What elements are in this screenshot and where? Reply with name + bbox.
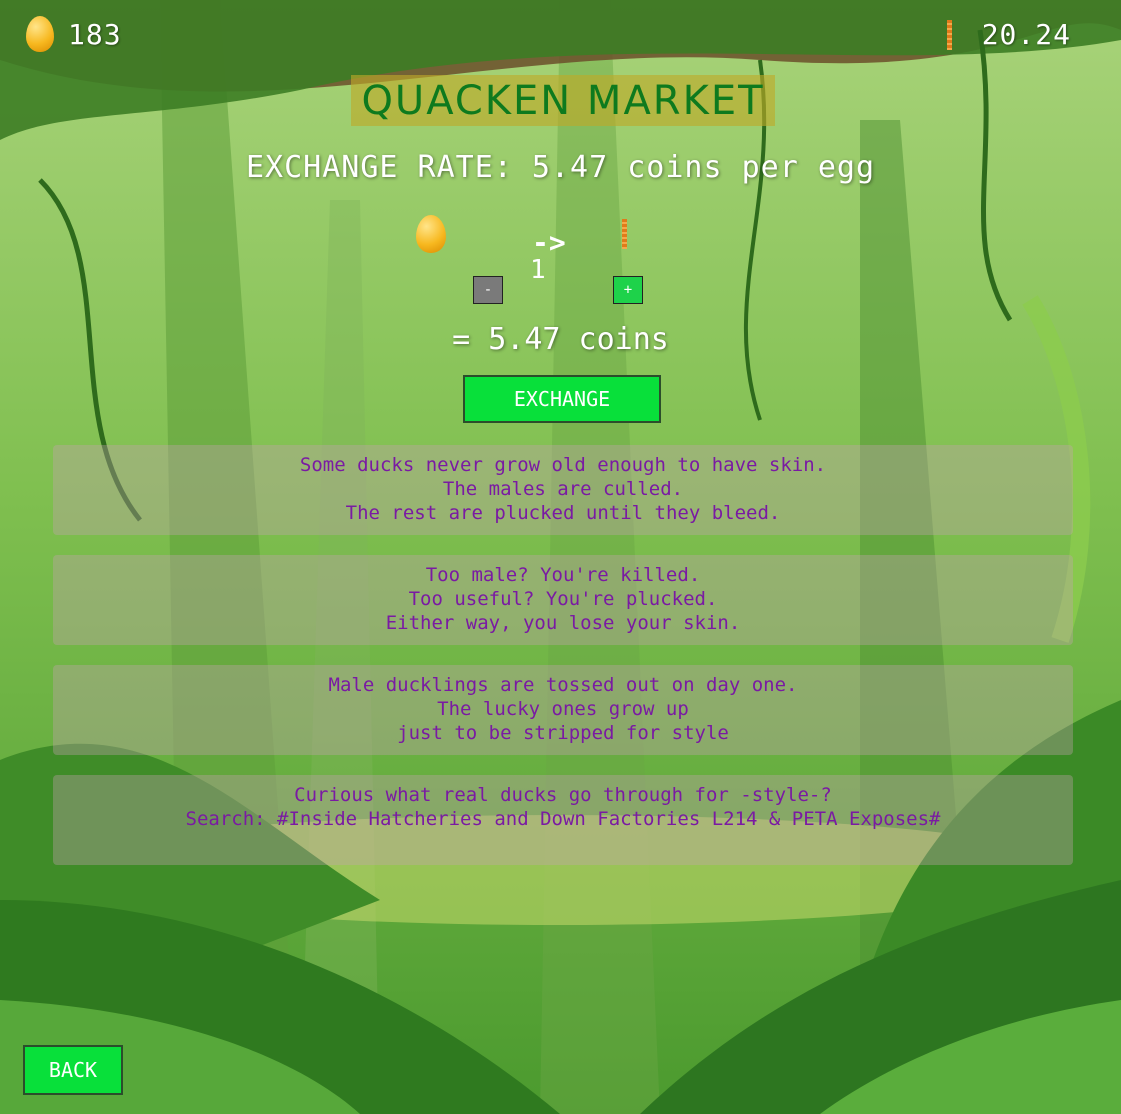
info-panel: Male ducklings are tossed out on day one… xyxy=(53,665,1073,755)
golden-egg-icon xyxy=(26,16,54,52)
info-line: The males are culled. xyxy=(442,478,684,500)
info-line: Male ducklings are tossed out on day one… xyxy=(328,674,798,696)
increase-quantity-button[interactable]: + xyxy=(613,276,643,304)
info-line: Too useful? You're plucked. xyxy=(408,588,718,610)
exchange-button[interactable]: EXCHANGE xyxy=(463,375,661,423)
coin-counter: 20.24 xyxy=(946,18,1071,51)
exchange-rate: EXCHANGE RATE: 5.47 coins per egg xyxy=(245,150,876,185)
decrease-quantity-button[interactable]: - xyxy=(473,276,503,304)
info-line: The lucky ones grow up xyxy=(437,698,689,720)
coin-icon xyxy=(946,19,952,50)
market-title: QUACKEN MARKET xyxy=(361,77,765,124)
info-panel: Too male? You're killed. Too useful? You… xyxy=(53,555,1073,645)
egg-quantity: 1 xyxy=(530,255,546,285)
info-line: Some ducks never grow old enough to have… xyxy=(299,454,827,476)
info-line: Too male? You're killed. xyxy=(425,564,701,586)
info-line: Search: #Inside Hatcheries and Down Fact… xyxy=(185,808,941,830)
coin-icon xyxy=(622,219,627,249)
exchange-result: = 5.47 coins xyxy=(452,322,669,357)
info-line: Either way, you lose your skin. xyxy=(385,612,741,634)
info-line: Curious what real ducks go through for -… xyxy=(294,784,832,806)
info-line: The rest are plucked until they bleed. xyxy=(345,502,781,524)
info-panel: Some ducks never grow old enough to have… xyxy=(53,445,1073,535)
egg-counter: 183 xyxy=(26,16,122,52)
egg-count: 183 xyxy=(68,17,122,51)
market-title-banner: QUACKEN MARKET xyxy=(351,75,775,126)
back-button[interactable]: BACK xyxy=(23,1045,123,1095)
info-line: just to be stripped for style xyxy=(397,722,729,744)
coin-balance: 20.24 xyxy=(981,18,1071,51)
info-panel: Curious what real ducks go through for -… xyxy=(53,775,1073,865)
golden-egg-icon xyxy=(416,215,446,253)
